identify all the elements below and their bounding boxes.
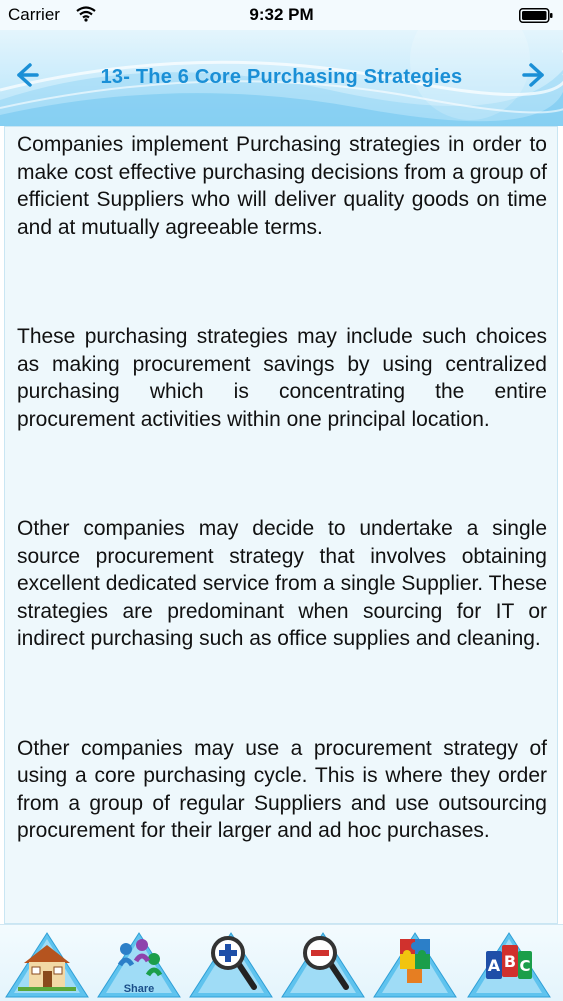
- share-button[interactable]: Share: [96, 929, 182, 999]
- status-time: 9:32 PM: [249, 5, 314, 24]
- home-icon: [5, 932, 89, 998]
- paragraph: Companies implement Purchasing strategie…: [17, 133, 547, 239]
- status-bar: Carrier 9:32 PM: [0, 0, 563, 30]
- abc-button[interactable]: A B C: [466, 929, 552, 999]
- header-bar: 13- The 6 Core Purchasing Strategies: [0, 30, 563, 126]
- zoom-out-icon: [281, 932, 365, 998]
- home-button[interactable]: [4, 929, 90, 999]
- page-title: 13- The 6 Core Purchasing Strategies: [100, 66, 463, 88]
- zoom-in-button[interactable]: [188, 929, 274, 999]
- svg-text:B: B: [504, 952, 516, 971]
- forward-button[interactable]: [521, 60, 551, 90]
- paragraph: These purchasing strategies may include …: [17, 325, 547, 431]
- puzzle-icon: [373, 932, 457, 998]
- svg-text:C: C: [519, 957, 530, 975]
- puzzle-button[interactable]: [372, 929, 458, 999]
- zoom-in-icon: [189, 932, 273, 998]
- paragraph: Other companies may decide to undertake …: [17, 517, 547, 650]
- bottom-toolbar: Share A B C: [0, 924, 563, 1001]
- svg-text:A: A: [488, 956, 501, 975]
- zoom-out-button[interactable]: [280, 929, 366, 999]
- article-content[interactable]: Companies implement Purchasing strategie…: [4, 126, 558, 924]
- share-label: Share: [123, 983, 155, 995]
- paragraph: Other companies may use a procurement st…: [17, 736, 547, 843]
- battery-icon: [519, 8, 553, 23]
- abc-blocks-icon: A B C: [467, 932, 551, 998]
